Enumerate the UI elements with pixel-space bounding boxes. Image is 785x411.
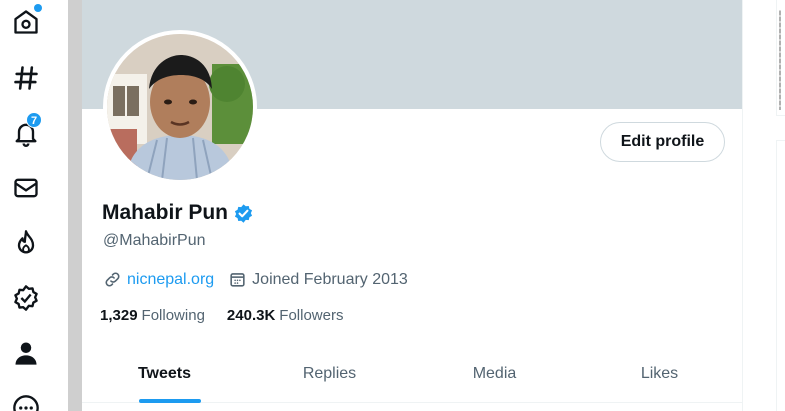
following-link[interactable]: 1,329 Following	[100, 307, 205, 324]
website-item: nicnepal.org	[103, 270, 214, 289]
followers-count: 240.3K	[226, 307, 276, 324]
column-divider	[742, 0, 743, 411]
avatar[interactable]	[103, 30, 257, 184]
following-label: Following	[141, 307, 205, 324]
joined-item: Joined February 2013	[228, 270, 408, 289]
tab-likes[interactable]: Likes	[577, 348, 742, 400]
tab-media[interactable]: Media	[412, 348, 577, 400]
flame-icon	[17, 230, 35, 254]
handle: @MahabirPun	[103, 232, 206, 249]
verified-badge-icon	[14, 285, 38, 311]
display-name: Mahabir Pun	[102, 201, 229, 224]
left-nav: 7	[0, 0, 68, 411]
calendar-icon	[230, 273, 245, 287]
home-unread-dot	[34, 4, 42, 12]
followers-label: Followers	[279, 307, 344, 324]
nav-trending[interactable]	[8, 225, 44, 261]
profile-meta: nicnepal.org Joined February 2013	[103, 270, 408, 289]
home-icon	[14, 10, 38, 34]
name-row: Mahabir Pun	[102, 201, 254, 225]
hashtag-icon	[14, 66, 38, 90]
scrollbar-gutter	[68, 0, 82, 411]
tab-replies[interactable]: Replies	[247, 348, 412, 400]
following-count: 1,329	[100, 307, 138, 324]
nav-notifications[interactable]: 7	[8, 112, 44, 151]
edit-profile-button[interactable]: Edit profile	[600, 122, 725, 162]
followers-link[interactable]: 240.3K Followers	[227, 307, 344, 324]
more-circle-icon	[13, 395, 39, 411]
website-link[interactable]: nicnepal.org	[127, 271, 214, 289]
nav-home[interactable]	[8, 4, 44, 40]
profile-tabs: Tweets Replies Media Likes	[82, 348, 742, 403]
follow-stats: 1,329 Following 240.3K Followers	[100, 307, 365, 324]
avatar-photo	[107, 34, 253, 180]
nav-messages[interactable]	[8, 170, 44, 206]
nav-explore[interactable]	[8, 60, 44, 96]
tab-tweets[interactable]: Tweets	[82, 348, 247, 400]
right-sidebar-card	[776, 140, 785, 411]
active-tab-indicator	[139, 399, 201, 403]
person-icon	[15, 342, 37, 365]
right-sidebar-text-fragment	[779, 10, 781, 110]
link-icon	[105, 272, 120, 287]
nav-profile[interactable]	[8, 335, 44, 371]
joined-date: Joined February 2013	[252, 270, 408, 288]
nav-more[interactable]	[8, 390, 44, 411]
nav-verified[interactable]	[8, 280, 44, 316]
notifications-badge: 7	[26, 112, 42, 128]
envelope-icon	[14, 178, 38, 198]
verified-check-icon[interactable]	[233, 203, 254, 224]
